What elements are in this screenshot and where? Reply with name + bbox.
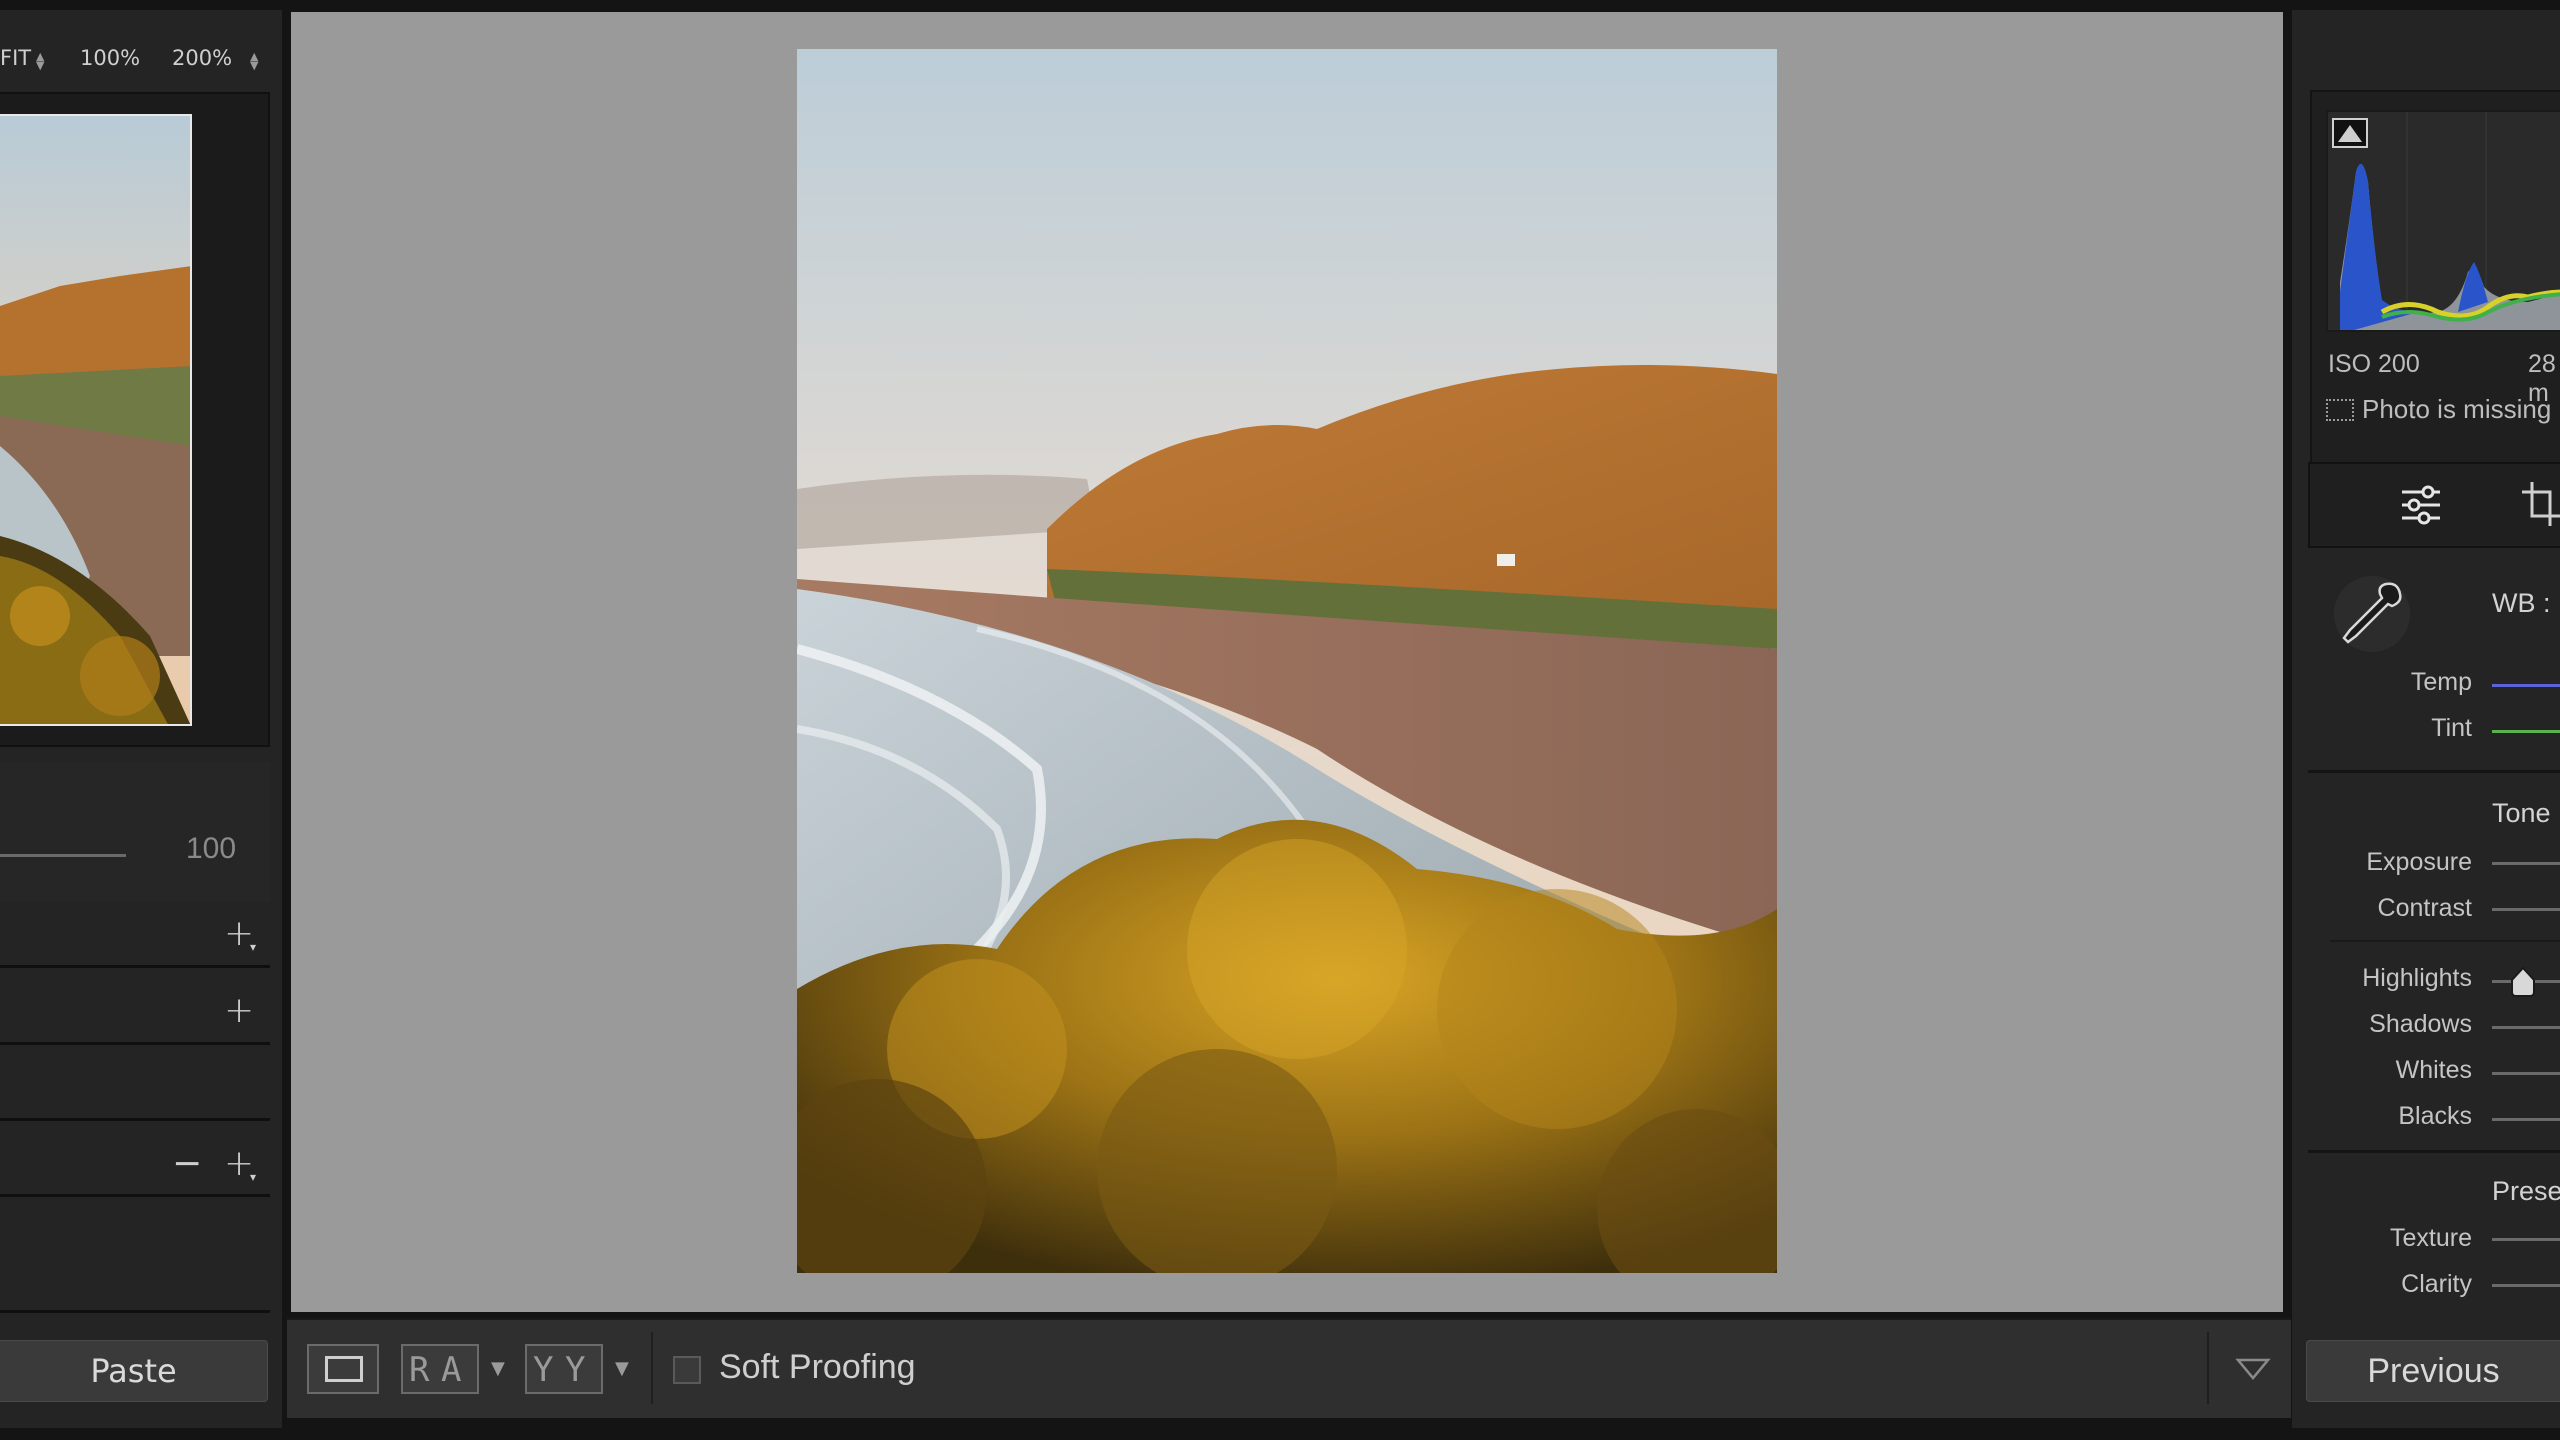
paste-button[interactable]: Paste xyxy=(0,1340,268,1402)
add-collection-caret-icon[interactable]: ▾ xyxy=(250,1170,256,1184)
shadows-label: Shadows xyxy=(2369,1010,2472,1038)
tint-slider-track[interactable] xyxy=(2492,730,2560,733)
clarity-label: Clarity xyxy=(2401,1270,2472,1298)
histogram-iso: ISO 200 xyxy=(2328,350,2420,378)
right-panel: ISO 200 28 m Photo is missing xyxy=(2292,10,2560,1428)
divider xyxy=(0,1194,270,1197)
photo-missing-status: Photo is missing xyxy=(2326,394,2551,425)
divider xyxy=(0,1310,270,1313)
before-after-sidebyside-button[interactable]: Y Y xyxy=(525,1344,603,1394)
temp-label: Temp xyxy=(2410,668,2472,696)
lightroom-develop-window: FIT ▲ ▼ 100% 200% ▲ ▼ 100 + ▾ + − + ▾ Pa… xyxy=(0,0,2560,1440)
sidebyside-y1-icon: Y xyxy=(533,1350,554,1390)
toolbar-separator xyxy=(651,1332,653,1404)
left-panel-slider-track[interactable] xyxy=(0,854,126,857)
zoom-fit-option[interactable]: FIT xyxy=(0,46,31,70)
tint-label: Tint xyxy=(2431,714,2472,742)
exposure-slider-track[interactable] xyxy=(2492,862,2560,865)
sidebyside-y2-icon: Y xyxy=(565,1350,586,1390)
landscape-photo-image xyxy=(797,49,1777,1273)
highlights-label: Highlights xyxy=(2362,964,2472,992)
texture-slider-track[interactable] xyxy=(2492,1238,2560,1241)
shadows-slider-track[interactable] xyxy=(2492,1026,2560,1029)
divider xyxy=(2330,940,2560,942)
divider xyxy=(2308,770,2560,773)
navigator-zoom-row: FIT ▲ ▼ 100% 200% ▲ ▼ xyxy=(0,38,282,84)
texture-label: Texture xyxy=(2390,1224,2472,1252)
temp-slider-track[interactable] xyxy=(2492,684,2560,687)
develop-toolbar: R A ▼ Y Y ▼ Soft Proofing xyxy=(287,1318,2291,1418)
add-snapshot-icon[interactable]: + xyxy=(224,993,254,1029)
contrast-label: Contrast xyxy=(2377,894,2472,922)
soft-proofing-checkbox[interactable] xyxy=(673,1356,701,1384)
blacks-slider-track[interactable] xyxy=(2492,1118,2560,1121)
sidebyside-dropdown-icon[interactable]: ▼ xyxy=(615,1358,629,1379)
left-panel-section: 100 xyxy=(0,762,270,902)
wb-label: WB : xyxy=(2492,588,2551,618)
toolbar-content-menu-icon[interactable] xyxy=(2235,1354,2271,1384)
whites-slider-track[interactable] xyxy=(2492,1072,2560,1075)
contrast-slider-track[interactable] xyxy=(2492,908,2560,911)
left-panel-value: 100 xyxy=(186,832,237,865)
presence-heading: Prese xyxy=(2492,1176,2560,1206)
main-photo[interactable] xyxy=(797,49,1777,1273)
loupe-view-icon xyxy=(325,1356,363,1382)
histogram-panel: ISO 200 28 m Photo is missing xyxy=(2310,90,2560,498)
tool-strip xyxy=(2308,462,2560,548)
blacks-label: Blacks xyxy=(2398,1102,2472,1130)
navigator-panel xyxy=(0,92,270,747)
loupe-view-button[interactable] xyxy=(307,1344,379,1394)
add-caret-icon[interactable]: ▾ xyxy=(250,940,256,954)
before-after-a-icon: A xyxy=(441,1350,462,1390)
missing-photo-icon xyxy=(2326,399,2354,421)
before-after-dropdown-icon[interactable]: ▼ xyxy=(491,1358,505,1379)
divider xyxy=(2308,1150,2560,1153)
toolbar-separator xyxy=(2207,1332,2209,1404)
left-panel: FIT ▲ ▼ 100% 200% ▲ ▼ 100 + ▾ + − + ▾ xyxy=(0,10,282,1428)
before-after-button[interactable]: R A xyxy=(401,1344,479,1394)
zoom-custom-updown-icon[interactable]: ▲ ▼ xyxy=(250,51,258,71)
whites-label: Whites xyxy=(2395,1056,2472,1084)
zoom-100-option[interactable]: 100% xyxy=(80,46,140,70)
remove-collection-icon[interactable]: − xyxy=(172,1146,202,1182)
divider xyxy=(0,965,270,968)
clarity-slider-track[interactable] xyxy=(2492,1284,2560,1287)
image-canvas xyxy=(291,12,2283,1312)
exposure-label: Exposure xyxy=(2366,848,2472,876)
photo-missing-text: Photo is missing xyxy=(2362,394,2552,424)
divider xyxy=(0,1042,270,1045)
highlights-slider-thumb[interactable] xyxy=(2508,966,2538,998)
histogram-graph[interactable] xyxy=(2326,110,2560,332)
zoom-200-option[interactable]: 200% xyxy=(172,46,232,70)
soft-proofing-label[interactable]: Soft Proofing xyxy=(719,1348,916,1387)
previous-button[interactable]: Previous xyxy=(2306,1340,2560,1402)
before-after-r-icon: R xyxy=(409,1350,430,1390)
crop-icon[interactable] xyxy=(2520,480,2560,530)
divider xyxy=(0,1118,270,1121)
white-balance-eyedropper-icon[interactable] xyxy=(2332,574,2412,654)
navigator-thumbnail[interactable] xyxy=(0,114,192,726)
histogram-curves xyxy=(2340,112,2560,330)
zoom-fit-updown-icon[interactable]: ▲ ▼ xyxy=(36,51,44,71)
edit-sliders-icon[interactable] xyxy=(2398,482,2444,528)
tone-heading: Tone xyxy=(2492,798,2551,828)
